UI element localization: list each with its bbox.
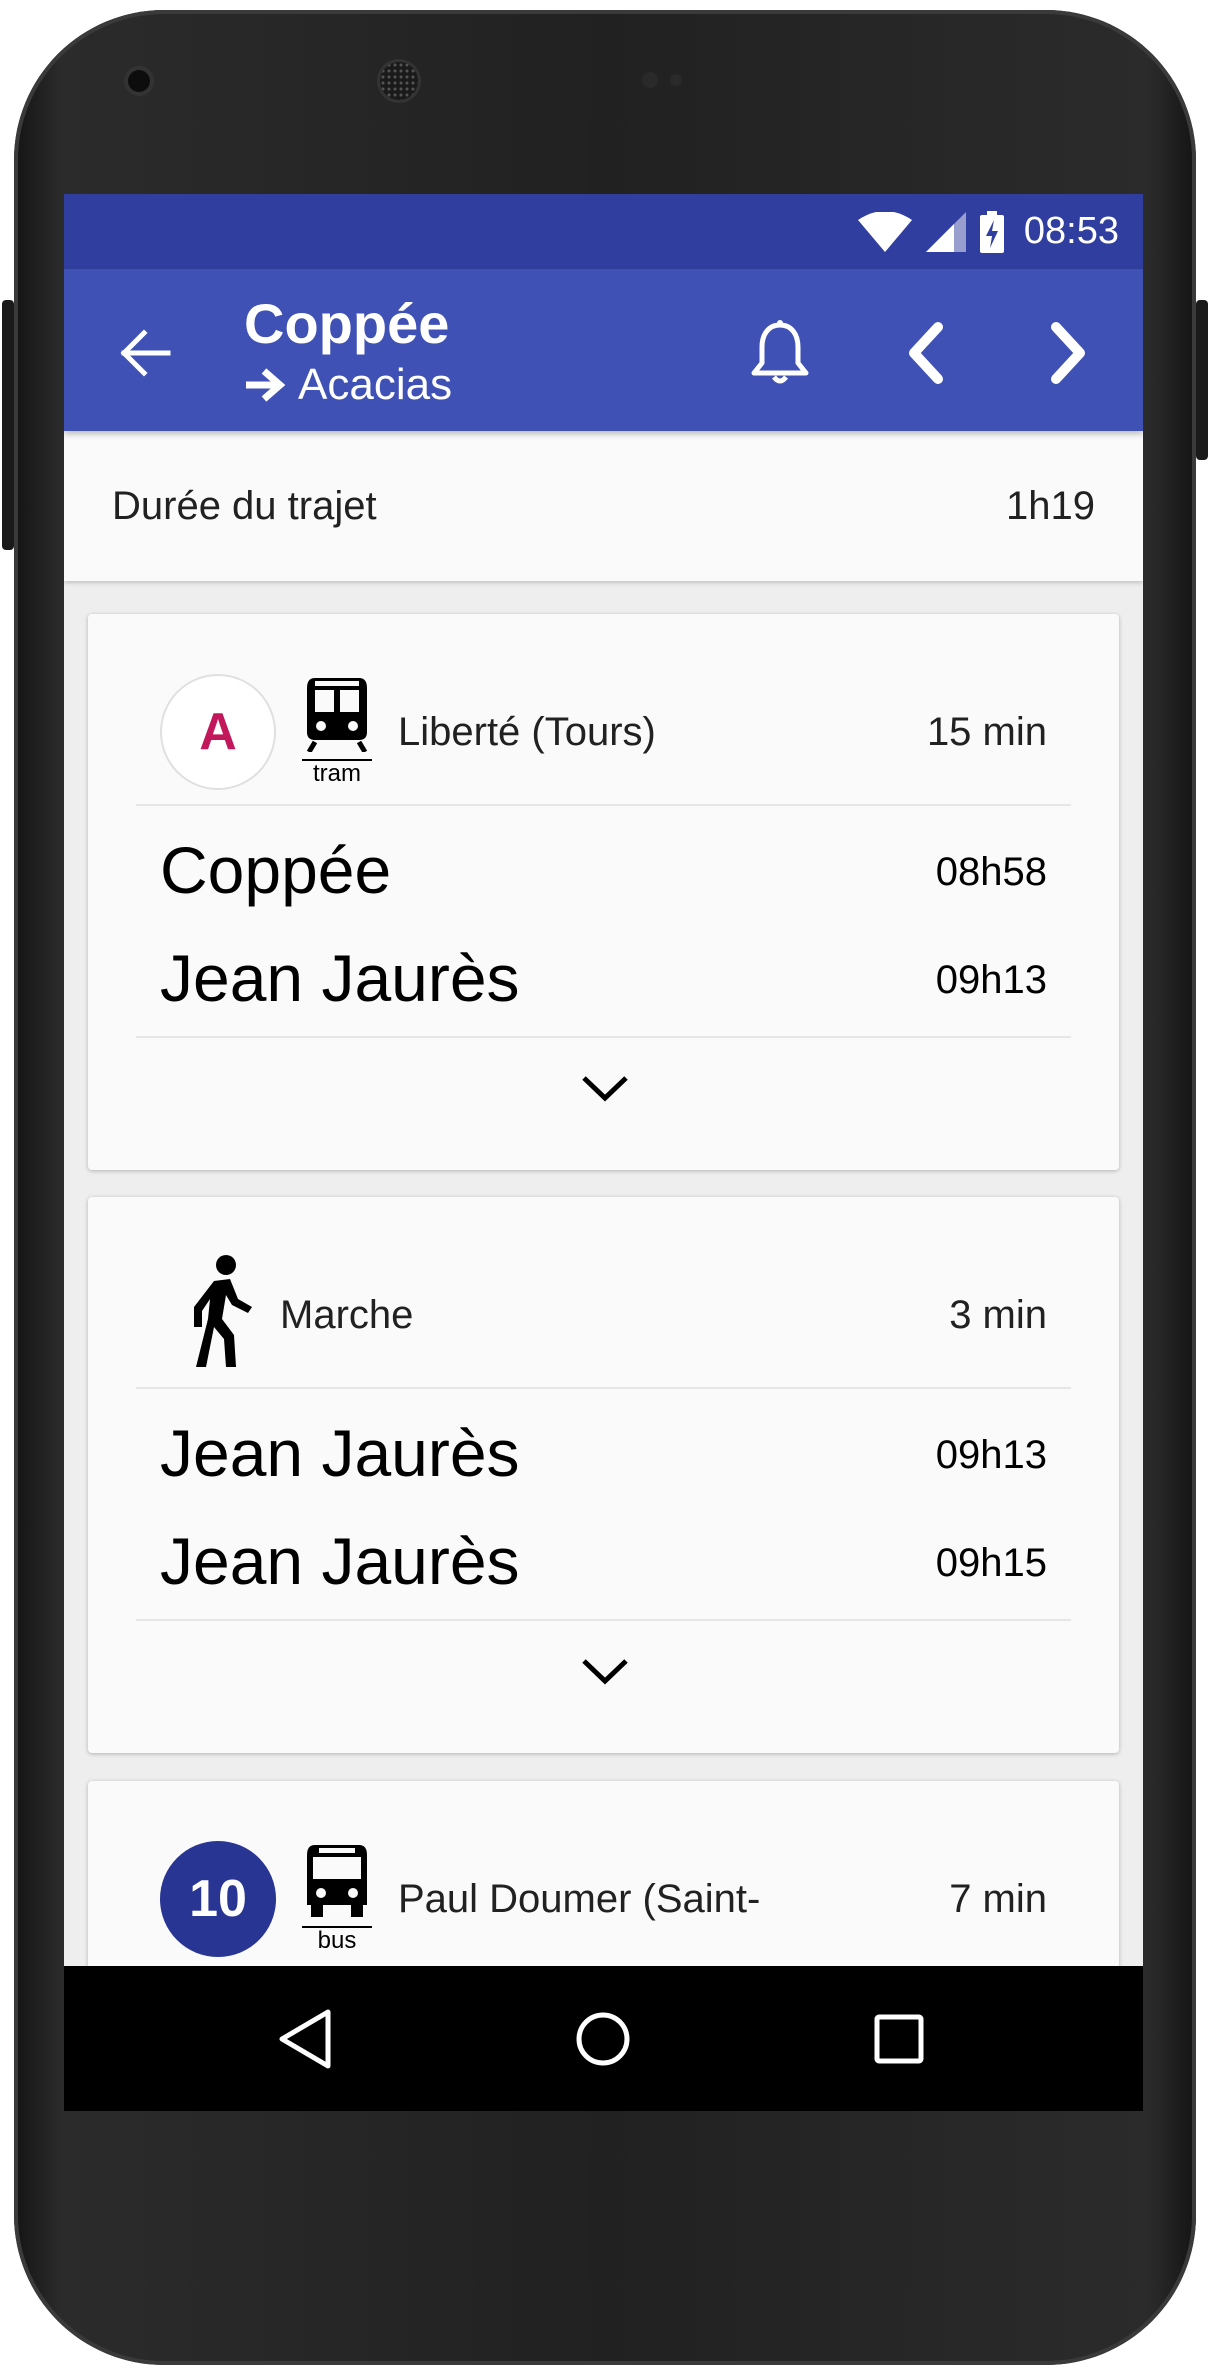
chevron-right-icon[interactable] [1030, 317, 1102, 389]
sensor-icon [642, 72, 658, 88]
arrival-stop: Jean Jaurès [160, 1524, 520, 1598]
arrow-right-icon [246, 368, 286, 402]
page-title: Coppée [244, 292, 450, 355]
volume-button [2, 300, 14, 550]
divider [136, 1387, 1071, 1389]
departure-time: 09h13 [935, 1433, 1047, 1477]
recents-square-icon[interactable] [864, 2004, 934, 2074]
bell-icon[interactable] [744, 317, 816, 389]
line-badge: 10 [160, 1841, 276, 1957]
chevron-left-icon[interactable] [892, 317, 964, 389]
front-camera-icon [128, 70, 150, 92]
chevron-down-icon[interactable] [578, 1651, 632, 1691]
power-button [1196, 300, 1208, 460]
leg-card-walk[interactable]: Marche 3 min Jean Jaurès 09h13 Jean Jaur… [88, 1197, 1119, 1753]
cell-signal-icon [925, 211, 966, 252]
departure-stop: Coppée [160, 833, 392, 907]
leg-duration: 7 min [949, 1877, 1047, 1921]
sensor-icon [670, 74, 682, 86]
battery-charging-icon [979, 210, 1004, 253]
mode-label: tram [302, 759, 372, 787]
back-triangle-icon[interactable] [272, 2004, 342, 2074]
leg-header: 10 bus Paul Doumer (Saint- 7 min [88, 1781, 1119, 1971]
leg-header: Marche 3 min [88, 1197, 1119, 1387]
wifi-icon [857, 211, 912, 252]
app-bar: Coppée Acacias [64, 269, 1143, 431]
earpiece-speaker-icon [380, 62, 418, 100]
leg-header: A tram Liberté (Tours) 15 min [88, 614, 1119, 804]
leg-duration: 3 min [949, 1293, 1047, 1337]
mode-label: bus [302, 1926, 372, 1954]
bus-mode: bus [302, 1843, 372, 1954]
tram-icon [306, 678, 368, 754]
divider [136, 1619, 1071, 1621]
line-badge: A [160, 674, 276, 790]
trip-duration-row: Durée du trajet 1h19 [64, 431, 1143, 581]
home-circle-icon[interactable] [568, 2004, 638, 2074]
departure-stop: Jean Jaurès [160, 1416, 520, 1490]
page-subtitle: Acacias [244, 357, 452, 413]
leg-card-tram[interactable]: A tram Liberté (Tours) 15 min Coppée 08h… [88, 614, 1119, 1170]
leg-mode-label: Marche [280, 1293, 414, 1337]
chevron-down-icon[interactable] [578, 1068, 632, 1108]
walking-person-icon [194, 1255, 252, 1367]
navigation-bar [64, 1966, 1143, 2111]
screen: 08:53 Coppée Acacias Durée du trajet 1h1… [64, 194, 1143, 2111]
status-bar: 08:53 [64, 194, 1143, 269]
leg-direction: Liberté (Tours) [398, 710, 656, 754]
arrow-back-icon[interactable] [118, 325, 174, 381]
status-time: 08:53 [1023, 210, 1119, 252]
arrival-stop: Jean Jaurès [160, 941, 520, 1015]
bus-icon [307, 1845, 367, 1917]
destination-label: Acacias [298, 360, 453, 409]
arrival-time: 09h13 [935, 958, 1047, 1002]
trip-duration-label: Durée du trajet [112, 483, 377, 528]
divider [136, 804, 1071, 806]
leg-duration: 15 min [926, 710, 1047, 754]
divider [136, 1036, 1071, 1038]
arrival-time: 09h15 [935, 1541, 1047, 1585]
leg-direction: Paul Doumer (Saint- [398, 1877, 761, 1921]
departure-time: 08h58 [935, 850, 1047, 894]
trip-duration-value: 1h19 [1006, 483, 1095, 528]
tram-mode: tram [302, 676, 372, 787]
